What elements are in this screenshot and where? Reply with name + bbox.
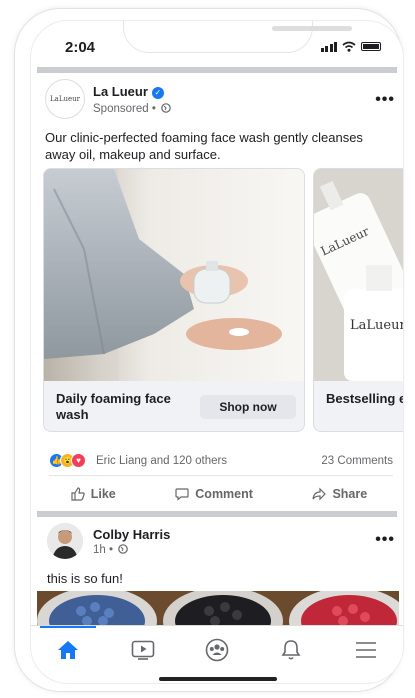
post-time: 1h • (93, 543, 114, 556)
comments-count[interactable]: 23 Comments (321, 455, 393, 467)
watch-icon (131, 640, 154, 660)
screen: 2:04 LaLueur La Lueur ✓ Sponsored • ••• O… (30, 20, 404, 684)
post-actions: Like Comment Share (41, 483, 397, 505)
more-options-icon[interactable]: ••• (375, 531, 395, 549)
reactions-row: 👍 😮 ♥ Eric Liang and 120 others 23 Comme… (49, 453, 393, 468)
user-post: Colby Harris 1h • ••• this is so fun! (37, 523, 399, 586)
like-button[interactable]: Like (71, 487, 116, 501)
ad-post-header: LaLueur La Lueur ✓ Sponsored • ••• (37, 79, 399, 119)
ad-carousel[interactable]: Daily foaming face wash Shop now LaLueur… (43, 168, 404, 450)
comment-button[interactable]: Comment (175, 487, 253, 501)
ad-caption: Our clinic-perfected foaming face wash g… (45, 130, 363, 162)
more-options-icon[interactable]: ••• (375, 91, 395, 109)
page-avatar[interactable]: LaLueur (45, 79, 85, 119)
groups-icon (205, 638, 229, 661)
love-reaction-icon: ♥ (71, 453, 86, 468)
product-label: LaLueur (350, 318, 404, 333)
globe-icon (161, 103, 171, 113)
carousel-card[interactable]: LaLueur LaLueur Bestselling everyday r (313, 168, 404, 432)
globe-icon (118, 543, 129, 554)
wifi-icon (342, 41, 356, 52)
share-button[interactable]: Share (312, 487, 367, 501)
post-text: this is so fun! (47, 571, 123, 586)
card-title: Bestselling everyday r (326, 391, 403, 406)
actions-separator (49, 475, 393, 476)
share-label: Share (332, 487, 368, 501)
tab-home[interactable] (40, 625, 97, 667)
reactions-count[interactable]: Eric Liang and 120 others (96, 455, 227, 467)
status-time: 2:04 (65, 39, 96, 56)
shop-now-button[interactable]: Shop now (200, 395, 296, 419)
bell-icon (281, 639, 301, 660)
battery-icon (361, 42, 381, 51)
product-image-bottles: LaLueur LaLueur (314, 169, 404, 381)
tab-notifications[interactable] (271, 633, 311, 667)
status-icons (320, 41, 381, 52)
verified-icon: ✓ (151, 87, 164, 99)
menu-icon (355, 641, 376, 658)
page-name[interactable]: La Lueur (93, 84, 148, 99)
user-avatar[interactable] (47, 523, 83, 559)
product-image-hands (44, 169, 304, 381)
tab-watch[interactable] (123, 633, 163, 667)
share-icon (312, 487, 327, 501)
tab-groups[interactable] (197, 633, 237, 667)
carousel-card[interactable]: Daily foaming face wash Shop now (43, 168, 305, 432)
post-image-berries (37, 591, 399, 627)
card-title: Daily foaming face wash (56, 391, 171, 422)
user-name[interactable]: Colby Harris (93, 527, 170, 542)
signal-icon (320, 41, 337, 52)
like-label: Like (90, 487, 116, 501)
comment-icon (175, 488, 189, 501)
reaction-icons[interactable]: 👍 😮 ♥ (49, 453, 86, 468)
notch (123, 21, 352, 53)
user-avatar-image (47, 523, 83, 559)
thumbs-up-icon (71, 487, 85, 501)
feed-divider (37, 511, 397, 517)
comment-label: Comment (195, 487, 253, 501)
home-indicator (159, 677, 277, 681)
feed-divider (37, 67, 397, 73)
tab-menu[interactable] (346, 633, 386, 667)
home-icon (58, 640, 79, 659)
ad-post: LaLueur La Lueur ✓ Sponsored • ••• Our cl… (37, 79, 399, 163)
sponsored-label: Sponsored • (93, 103, 156, 115)
bottom-tab-bar (31, 625, 403, 673)
